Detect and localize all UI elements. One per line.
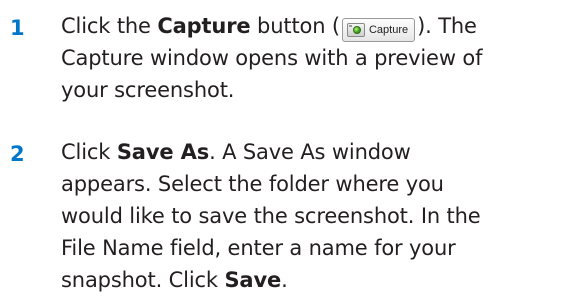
instruction-steps: 1 Click the Capture button (Capture). Th… bbox=[0, 0, 579, 306]
save-as-term: Save As bbox=[116, 140, 210, 164]
step-number: 1 bbox=[10, 16, 25, 40]
step-line: would like to save the screenshot. In th… bbox=[61, 204, 481, 228]
step-line: File Name field, enter a name for your bbox=[61, 236, 456, 260]
step-line: Click Save As. A Save As window bbox=[61, 140, 411, 164]
step-text: Click the Capture button (Capture). The … bbox=[61, 10, 576, 106]
step-line: your screenshot. bbox=[61, 78, 235, 102]
step-number: 2 bbox=[10, 142, 25, 166]
step-line: appears. Select the folder where you bbox=[61, 172, 444, 196]
step-line: snapshot. Click Save. bbox=[61, 268, 288, 292]
step-text: Click Save As. A Save As window appears.… bbox=[61, 136, 576, 296]
capture-button: Capture bbox=[341, 18, 416, 42]
step-line: Capture window opens with a preview of bbox=[61, 46, 483, 70]
capture-term: Capture bbox=[157, 14, 251, 38]
step-line: Click the Capture button (Capture). The bbox=[61, 10, 576, 42]
camera-icon bbox=[346, 23, 365, 37]
save-term: Save bbox=[224, 268, 282, 292]
